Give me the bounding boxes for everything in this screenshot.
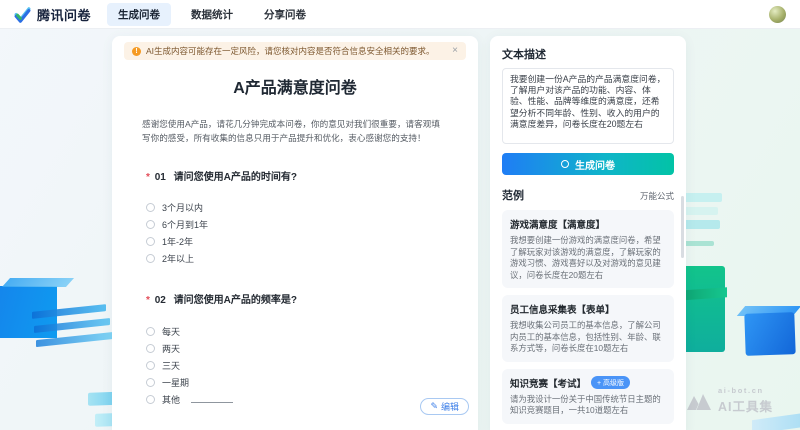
radio-icon[interactable] [146, 327, 155, 336]
brand-logo[interactable]: 腾讯问卷 [14, 5, 91, 24]
premium-badge: + 高级版 [591, 376, 630, 389]
q2-option-2[interactable]: 两天 [146, 342, 444, 354]
example-title: 游戏满意度【满意度】 [510, 217, 666, 231]
formula-link[interactable]: 万能公式 [640, 190, 674, 202]
deco-right-bar [680, 193, 722, 202]
generate-button[interactable]: 生成问卷 [502, 153, 674, 175]
description-input[interactable]: 我要创建一份A产品的产品满意度问卷，了解用户对该产品的功能、内容、体验、性能、品… [502, 68, 674, 144]
radio-icon[interactable] [146, 237, 155, 246]
option-label: 每天 [162, 325, 180, 338]
examples-header: 范例 万能公式 [502, 187, 674, 203]
question-1-label: * 01 请问您使用A产品的时间有? [146, 168, 444, 183]
tab-data-statistics[interactable]: 数据统计 [180, 3, 244, 26]
question-2-label: * 02 请问您使用A产品的频率是? [146, 291, 444, 306]
tab-share-survey[interactable]: 分享问卷 [253, 3, 317, 26]
ai-risk-alert: ! AI生成内容可能存在一定风险，请您核对内容是否符合信息安全相关的要求。 × [124, 42, 466, 60]
option-label: 6个月到1年 [162, 218, 208, 231]
question-number: 01 [155, 172, 166, 183]
option-label: 两天 [162, 342, 180, 355]
radio-icon[interactable] [146, 378, 155, 387]
example-card-quiz-exam[interactable]: 知识竞赛【考试】 + 高级版 请为我设计一份关于中国传统节日主题的知识竞赛题目，… [502, 369, 674, 424]
required-asterisk: * [146, 172, 150, 183]
edit-button-label: 编辑 [441, 400, 459, 413]
examples-label: 范例 [502, 187, 524, 203]
page: 腾讯问卷 生成问卷 数据统计 分享问卷 ai-bot.cn AI工具集 [0, 0, 800, 430]
option-label: 三天 [162, 359, 180, 372]
alert-text: AI生成内容可能存在一定风险，请您核对内容是否符合信息安全相关的要求。 [146, 45, 446, 57]
watermark: ai-bot.cn AI工具集 [686, 386, 773, 415]
q1-option-1[interactable]: 3个月以内 [146, 201, 444, 213]
user-avatar[interactable] [769, 6, 786, 23]
q1-option-4[interactable]: 2年以上 [146, 252, 444, 264]
radio-icon[interactable] [146, 220, 155, 229]
question-number: 02 [155, 295, 166, 306]
edit-button[interactable]: ✎ 编辑 [420, 398, 469, 415]
top-navbar: 腾讯问卷 生成问卷 数据统计 分享问卷 [0, 0, 800, 28]
ai-bot-logo-icon [686, 391, 712, 411]
example-title-text: 员工信息采集表【表单】 [510, 302, 615, 316]
scrollbar-thumb[interactable] [681, 196, 684, 258]
brand-name: 腾讯问卷 [37, 5, 91, 24]
generate-ring-icon [561, 160, 569, 168]
survey-preview-card: ! AI生成内容可能存在一定风险，请您核对内容是否符合信息安全相关的要求。 × … [112, 36, 478, 430]
example-desc: 我想要创建一份游戏的满意度问卷，希望了解玩家对该游戏的满意度，了解玩家的游戏习惯… [510, 235, 666, 281]
generate-button-label: 生成问卷 [575, 157, 615, 172]
radio-icon[interactable] [146, 395, 155, 404]
radio-icon[interactable] [146, 361, 155, 370]
example-title-text: 知识竞赛【考试】 [510, 376, 586, 390]
survey-title: A产品满意度问卷 [112, 74, 478, 98]
description-label: 文本描述 [502, 46, 674, 62]
warning-icon: ! [132, 47, 141, 56]
example-title: 员工信息采集表【表单】 [510, 302, 666, 316]
option-label: 一星期 [162, 376, 189, 389]
deco-blue-box [744, 312, 795, 356]
nav-tabs: 生成问卷 数据统计 分享问卷 [107, 3, 317, 26]
question-text: 请问您使用A产品的时间有? [174, 172, 297, 183]
example-card-game-satisfaction[interactable]: 游戏满意度【满意度】 我想要创建一份游戏的满意度问卷，希望了解玩家对该游戏的满意… [502, 210, 674, 288]
q2-option-3[interactable]: 三天 [146, 359, 444, 371]
generation-panel: 文本描述 我要创建一份A产品的产品满意度问卷，了解用户对该产品的功能、内容、体验… [490, 36, 686, 430]
example-desc: 我想收集公司员工的基本信息，了解公司内员工的基本信息，包括性别、年龄、联系方式等… [510, 320, 666, 355]
example-title: 知识竞赛【考试】 + 高级版 [510, 376, 666, 390]
option-label: 3个月以内 [162, 201, 203, 214]
tab-generate-survey[interactable]: 生成问卷 [107, 3, 171, 26]
deco-right-bar [680, 220, 720, 229]
q2-option-4[interactable]: 一星期 [146, 376, 444, 388]
survey-intro: 感谢您使用A产品，请花几分钟完成本问卷，你的意见对我们很重要，请客观填写你的感受… [142, 118, 448, 145]
q1-option-3[interactable]: 1年-2年 [146, 235, 444, 247]
tencent-survey-logo-icon [14, 6, 31, 23]
pencil-icon: ✎ [430, 401, 438, 412]
q2-option-1[interactable]: 每天 [146, 325, 444, 337]
other-fill-in-line[interactable] [191, 395, 233, 403]
option-label: 其他 [162, 393, 180, 406]
option-label: 2年以上 [162, 252, 194, 265]
q2-option-other[interactable]: 其他 [146, 393, 444, 405]
question-text: 请问您使用A产品的频率是? [174, 295, 297, 306]
example-title-text: 游戏满意度【满意度】 [510, 217, 605, 231]
q1-option-2[interactable]: 6个月到1年 [146, 218, 444, 230]
watermark-title: AI工具集 [718, 396, 773, 415]
deco-blue-cube-top [2, 278, 74, 287]
example-card-employee-form[interactable]: 员工信息采集表【表单】 我想收集公司员工的基本信息，了解公司内员工的基本信息，包… [502, 295, 674, 362]
close-icon[interactable]: × [452, 46, 458, 56]
example-desc: 请为我设计一份关于中国传统节日主题的知识竞赛题目，一共10道题左右 [510, 394, 666, 417]
radio-icon[interactable] [146, 254, 155, 263]
radio-icon[interactable] [146, 203, 155, 212]
radio-icon[interactable] [146, 344, 155, 353]
option-label: 1年-2年 [162, 235, 193, 248]
watermark-url: ai-bot.cn [718, 386, 773, 395]
required-asterisk: * [146, 295, 150, 306]
